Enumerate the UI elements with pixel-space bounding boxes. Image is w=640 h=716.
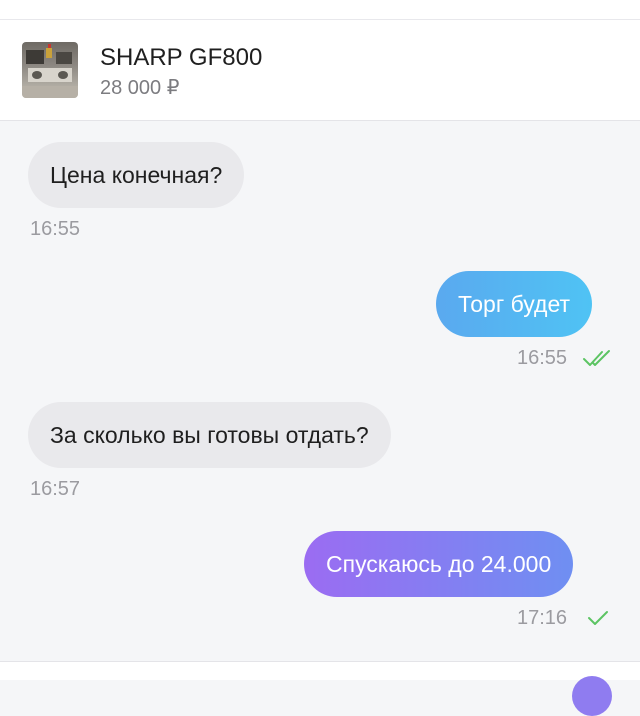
listing-header[interactable]: SHARP GF800 28 000 ₽ [0,20,640,121]
listing-thumbnail[interactable] [22,42,78,98]
check-icon [588,611,608,625]
message-time: 16:57 [30,478,81,500]
message-bubble-incoming[interactable]: Цена конечная? [28,142,245,208]
message-time: 16:55 [517,347,568,369]
send-button[interactable] [572,676,612,716]
message-input-bar[interactable] [0,661,640,680]
message-bubble-incoming[interactable]: За сколько вы готовы отдать? [28,402,391,468]
message-time: 17:16 [517,607,568,629]
message-bubble-outgoing[interactable]: Спускаюсь до 24.000 [304,531,574,597]
listing-title[interactable]: SHARP GF800 [100,44,262,72]
message-bubble-outgoing[interactable]: Торг будет [436,271,593,337]
listing-price: 28 000 ₽ [100,77,180,99]
message-time: 16:55 [30,218,81,240]
top-strip [0,0,640,20]
double-check-icon [583,350,610,366]
